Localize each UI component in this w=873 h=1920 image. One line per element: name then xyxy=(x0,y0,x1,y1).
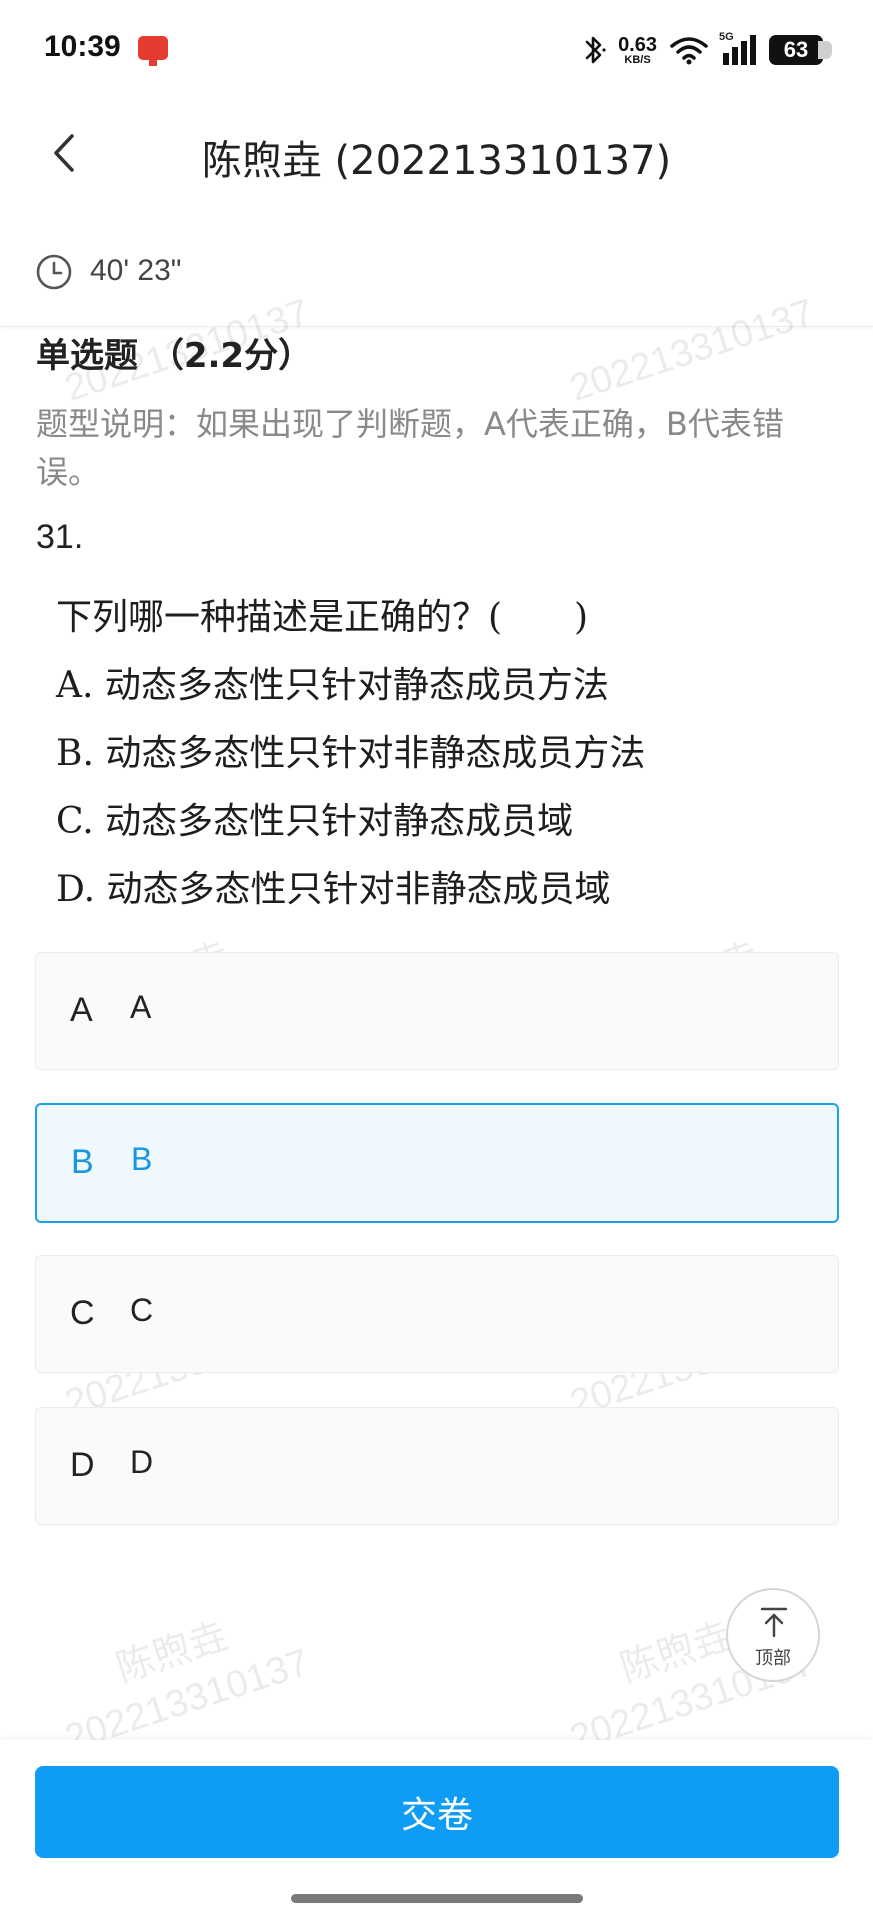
bottom-bar: 交卷 xyxy=(0,1740,873,1920)
network-type: 5G xyxy=(719,31,734,43)
back-to-top-button[interactable]: 顶部 xyxy=(726,1588,820,1682)
option-letter: B xyxy=(71,1143,94,1181)
option-c[interactable]: C C xyxy=(35,1255,839,1373)
network-speed: 0.63 KB/S xyxy=(618,35,657,66)
wifi-icon xyxy=(670,37,708,65)
option-letter: A xyxy=(70,991,93,1029)
clock-icon xyxy=(36,254,72,290)
watermark-name: 陈煦垚 xyxy=(615,1615,737,1691)
question-choice-line: C. 动态多态性只针对静态成员域 xyxy=(56,801,574,842)
question-stem: 下列哪一种描述是正确的？( ) xyxy=(56,597,589,638)
option-a[interactable]: A A xyxy=(35,952,839,1070)
question-description: 题型说明：如果出现了判断题，A代表正确，B代表错误。 xyxy=(36,405,784,491)
watermark: 陈煦垚 xyxy=(108,1605,233,1693)
cellular-signal: 5G xyxy=(719,31,757,65)
battery-icon: 63 xyxy=(769,35,832,65)
option-letter: C xyxy=(70,1294,95,1332)
watermark: 陈煦垚 xyxy=(612,1605,737,1693)
question-choice-line: D. 动态多态性只针对非静态成员域 xyxy=(56,869,611,910)
question-choice-line: B. 动态多态性只针对非静态成员方法 xyxy=(56,733,646,774)
app-notification-icon xyxy=(138,36,168,66)
status-bar: 10:39 0.63 KB/S 5G 63 xyxy=(0,0,873,100)
battery-level: 63 xyxy=(783,37,809,62)
network-speed-unit: KB/S xyxy=(624,53,651,66)
question-number: 31. xyxy=(36,518,84,556)
option-text: A xyxy=(130,989,152,1025)
back-to-top-label: 顶部 xyxy=(755,1648,791,1669)
option-text: C xyxy=(130,1292,154,1328)
question-image: 下列哪一种描述是正确的？( ) A. 动态多态性只针对静态成员方法 B. 动态多… xyxy=(36,568,836,910)
option-d[interactable]: D D xyxy=(35,1407,839,1525)
header: 陈煦垚 (202213310137) xyxy=(0,100,873,210)
page-title: 陈煦垚 (202213310137) xyxy=(201,138,672,184)
timer-value: 40' 23" xyxy=(90,254,182,287)
question-choice-line: A. 动态多态性只针对静态成员方法 xyxy=(56,665,609,706)
network-speed-value: 0.63 xyxy=(618,33,657,56)
arrow-up-to-top-icon xyxy=(760,1607,788,1638)
timer-bar: 40' 23" xyxy=(0,234,873,327)
submit-exam-button[interactable]: 交卷 xyxy=(35,1766,839,1858)
question-type: 单选题 （2.2分） xyxy=(36,336,313,376)
status-icons: 0.63 KB/S 5G 63 xyxy=(582,28,832,72)
option-text: B xyxy=(131,1141,153,1177)
bluetooth-icon xyxy=(585,36,606,64)
watermark-name: 陈煦垚 xyxy=(111,1615,233,1691)
option-b[interactable]: B B xyxy=(35,1103,839,1223)
option-letter: D xyxy=(70,1446,95,1484)
option-text: D xyxy=(130,1444,154,1480)
home-indicator[interactable] xyxy=(291,1894,583,1903)
status-time: 10:39 xyxy=(44,30,121,63)
